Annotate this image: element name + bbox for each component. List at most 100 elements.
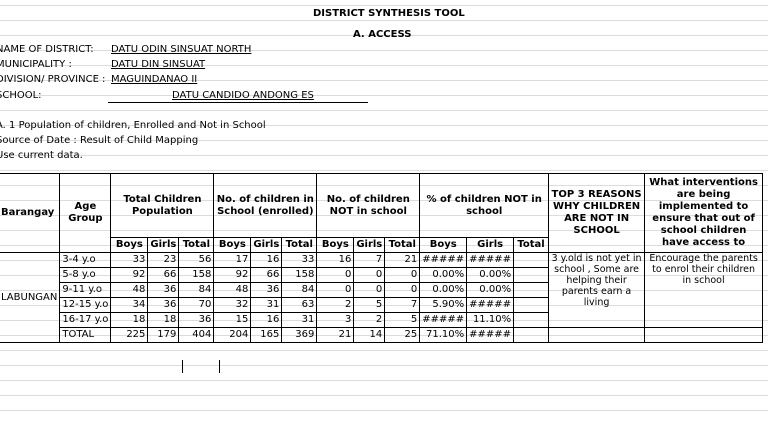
value-cell[interactable]: ##### [419, 252, 468, 268]
value-cell[interactable]: 3 [316, 312, 355, 328]
value-cell[interactable]: 25 [384, 327, 421, 343]
value-cell[interactable]: 11.10% [466, 312, 515, 328]
value-cell[interactable] [513, 312, 550, 328]
value-cell[interactable]: 17 [213, 252, 252, 268]
value-cell[interactable] [513, 252, 550, 268]
note-3: Use current data. [0, 150, 83, 161]
value-cell[interactable]: 36 [250, 282, 283, 298]
value-cell[interactable]: 15 [213, 312, 252, 328]
value-cell[interactable]: 84 [281, 282, 318, 298]
value-cell[interactable]: 16 [316, 252, 355, 268]
value-cell[interactable]: 66 [250, 267, 283, 283]
age-cell[interactable]: 12-15 y.o [59, 297, 112, 313]
value-cell[interactable]: 0.00% [419, 282, 468, 298]
reasons-cell[interactable]: 3 y.old is not yet in school , Some are … [548, 252, 646, 328]
value-cell[interactable]: 92 [110, 267, 149, 283]
sheet-subtitle: A. ACCESS [353, 29, 412, 40]
value-cell[interactable]: 0.00% [419, 267, 468, 283]
age-cell[interactable]: 16-17 y.o [59, 312, 112, 328]
value-cell[interactable] [513, 327, 550, 343]
value-cell[interactable]: 21 [384, 252, 421, 268]
value-cell[interactable]: 404 [178, 327, 215, 343]
sub-boys: Boys [316, 237, 355, 253]
value-cell[interactable]: 56 [178, 252, 215, 268]
value-cell[interactable]: 34 [110, 297, 149, 313]
value-cell[interactable]: 7 [353, 252, 386, 268]
value-cell[interactable]: 32 [213, 297, 252, 313]
value-cell[interactable] [513, 267, 550, 283]
district-value[interactable]: DATU ODIN SINSUAT NORTH [111, 44, 251, 56]
value-cell[interactable]: 21 [316, 327, 355, 343]
value-cell[interactable]: 2 [353, 312, 386, 328]
value-cell[interactable]: 33 [281, 252, 318, 268]
table-row-total: TOTAL 225 179 404 204 165 369 21 14 25 7… [0, 327, 764, 343]
value-cell[interactable]: 0 [316, 267, 355, 283]
value-cell[interactable]: 18 [110, 312, 149, 328]
value-cell[interactable]: 7 [384, 297, 421, 313]
value-cell[interactable]: 225 [110, 327, 149, 343]
value-cell[interactable]: 5 [353, 297, 386, 313]
barangay-header: Barangay [0, 173, 61, 253]
value-cell[interactable] [513, 282, 550, 298]
value-cell[interactable]: 16 [250, 252, 283, 268]
cell-border-fragment [182, 360, 183, 373]
value-cell[interactable]: 48 [213, 282, 252, 298]
total-label-cell[interactable]: TOTAL [59, 327, 112, 343]
value-cell[interactable] [513, 297, 550, 313]
value-cell[interactable]: 36 [178, 312, 215, 328]
value-cell[interactable]: 0 [353, 282, 386, 298]
value-cell[interactable]: 2 [316, 297, 355, 313]
age-cell[interactable]: 5-8 y.o [59, 267, 112, 283]
sub-total: Total [178, 237, 215, 253]
value-cell[interactable]: 70 [178, 297, 215, 313]
value-cell[interactable]: 179 [147, 327, 180, 343]
value-cell[interactable]: 63 [281, 297, 318, 313]
value-cell[interactable]: ##### [466, 252, 515, 268]
value-cell[interactable]: 0 [384, 282, 421, 298]
value-cell[interactable]: 16 [250, 312, 283, 328]
value-cell[interactable]: 48 [110, 282, 149, 298]
value-cell[interactable]: 158 [281, 267, 318, 283]
value-cell[interactable]: ##### [466, 297, 515, 313]
school-underline [108, 102, 368, 103]
value-cell[interactable]: 23 [147, 252, 180, 268]
value-cell[interactable]: 71.10% [419, 327, 468, 343]
value-cell[interactable]: 0 [353, 267, 386, 283]
value-cell[interactable]: 0 [384, 267, 421, 283]
value-cell[interactable]: 5 [384, 312, 421, 328]
value-cell[interactable]: 369 [281, 327, 318, 343]
interventions-total-cell[interactable] [644, 327, 764, 343]
value-cell[interactable]: 14 [353, 327, 386, 343]
value-cell[interactable]: 18 [147, 312, 180, 328]
sub-girls: Girls [353, 237, 386, 253]
table-row: LABUNGAN 3-4 y.o 33 23 56 17 16 33 16 7 … [0, 252, 764, 343]
value-cell[interactable]: 31 [250, 297, 283, 313]
barangay-cell[interactable]: LABUNGAN [0, 252, 61, 343]
top3-reasons-header: TOP 3 REASONS WHY CHILDREN ARE NOT IN SC… [548, 173, 646, 253]
value-cell[interactable]: 31 [281, 312, 318, 328]
value-cell[interactable]: 5.90% [419, 297, 468, 313]
value-cell[interactable]: ##### [419, 312, 468, 328]
division-value[interactable]: MAGUINDANAO II [111, 74, 197, 86]
value-cell[interactable]: 36 [147, 282, 180, 298]
interventions-header: What interventions are being implemented… [644, 173, 764, 253]
municipality-value[interactable]: DATU DIN SINSUAT [111, 59, 205, 71]
value-cell[interactable]: 158 [178, 267, 215, 283]
value-cell[interactable]: 66 [147, 267, 180, 283]
value-cell[interactable]: 165 [250, 327, 283, 343]
value-cell[interactable]: 0.00% [466, 267, 515, 283]
age-cell[interactable]: 3-4 y.o [59, 252, 112, 268]
value-cell[interactable]: 0 [316, 282, 355, 298]
value-cell[interactable]: ##### [466, 327, 515, 343]
value-cell[interactable]: 92 [213, 267, 252, 283]
age-cell[interactable]: 9-11 y.o [59, 282, 112, 298]
value-cell[interactable]: 84 [178, 282, 215, 298]
sub-girls: Girls [147, 237, 180, 253]
reasons-total-cell[interactable] [548, 327, 646, 343]
value-cell[interactable]: 33 [110, 252, 149, 268]
value-cell[interactable]: 0.00% [466, 282, 515, 298]
interventions-cell[interactable]: Encourage the parents to enrol their chi… [644, 252, 764, 328]
school-value[interactable]: DATU CANDIDO ANDONG ES [172, 90, 314, 102]
value-cell[interactable]: 204 [213, 327, 252, 343]
value-cell[interactable]: 36 [147, 297, 180, 313]
